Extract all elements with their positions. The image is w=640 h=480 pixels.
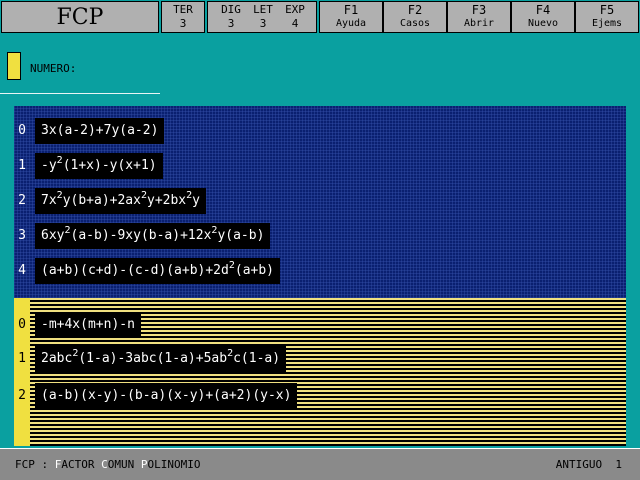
stat-label: TER — [173, 3, 193, 16]
stat-label: EXP — [285, 3, 305, 16]
top-bar: FCP TER 3 DIG 3 LET 3 EXP 4 F1 Ayuda F2 … — [0, 0, 640, 34]
stat-value: 3 — [179, 17, 187, 30]
exercise-index: 1 — [18, 158, 26, 173]
status-counter: ANTIGUO 1 — [556, 458, 622, 471]
f5-examples-button[interactable]: F5 Ejems — [575, 1, 639, 33]
status-initial: C — [101, 458, 108, 471]
number-underline — [0, 93, 160, 94]
status-word: ACTOR — [61, 458, 102, 471]
stat-value: 4 — [291, 17, 299, 30]
status-word: OLINOMIO — [147, 458, 201, 471]
fkey-key: F2 — [407, 3, 423, 17]
f3-open-button[interactable]: F3 Abrir — [447, 1, 511, 33]
number-input-cursor[interactable] — [7, 52, 21, 80]
stat-group: DIG 3 LET 3 EXP 4 — [207, 1, 317, 33]
stat-dig: DIG 3 — [216, 2, 246, 31]
stat-exp: EXP 4 — [280, 2, 310, 31]
status-bar: FCP : FACTOR COMUN POLINOMIO ANTIGUO 1 — [0, 448, 640, 480]
fkey-label: Ayuda — [335, 18, 367, 29]
exercise-expression[interactable]: 7x2y(b+a)+2ax2y+2bx2y — [35, 188, 206, 214]
stat-let: LET 3 — [248, 2, 278, 31]
exercise-index: 0 — [18, 317, 26, 332]
f1-help-button[interactable]: F1 Ayuda — [319, 1, 383, 33]
exercise-index: 3 — [18, 228, 26, 243]
exercise-index: 2 — [18, 388, 26, 403]
stat-label: LET — [253, 3, 273, 16]
exercise-index: 4 — [18, 263, 26, 278]
f4-new-button[interactable]: F4 Nuevo — [511, 1, 575, 33]
app-title: FCP — [1, 1, 159, 33]
exercise-expression[interactable]: 6xy2(a-b)-9xy(b-a)+12x2y(a-b) — [35, 223, 271, 249]
fkey-key: F1 — [343, 3, 359, 17]
fkey-label: Abrir — [463, 18, 495, 29]
status-description: FCP : FACTOR COMUN POLINOMIO — [15, 458, 200, 471]
exercise-expression[interactable]: (a+b)(c+d)-(c-d)(a+b)+2d2(a+b) — [35, 258, 281, 284]
number-label: NUMERO: — [30, 62, 77, 75]
status-word: OMUN — [107, 458, 141, 471]
exercise-expression[interactable]: (a-b)(x-y)-(b-a)(x-y)+(a+2)(y-x) — [35, 383, 298, 409]
status-initial: P — [140, 458, 148, 471]
exercise-index: 0 — [18, 123, 26, 138]
f2-cases-button[interactable]: F2 Casos — [383, 1, 447, 33]
stat-ter: TER 3 — [161, 1, 205, 33]
fkey-label: Casos — [399, 18, 431, 29]
fkey-key: F5 — [599, 3, 615, 17]
fkey-label: Ejems — [591, 18, 623, 29]
stat-value: 3 — [227, 17, 235, 30]
fkey-key: F3 — [471, 3, 487, 17]
fkey-label: Nuevo — [527, 18, 559, 29]
status-right-label: ANTIGUO — [555, 458, 603, 471]
exercise-expression[interactable]: 3x(a-2)+7y(a-2) — [35, 118, 165, 144]
exercise-expression[interactable]: 2abc2(1-a)-3abc(1-a)+5ab2c(1-a) — [35, 346, 287, 372]
exercise-expression[interactable]: -m+4x(m+n)-n — [35, 312, 141, 338]
stat-value: 3 — [259, 17, 267, 30]
exercise-expression[interactable]: -y2(1+x)-y(x+1) — [35, 153, 163, 179]
fkey-key: F4 — [535, 3, 551, 17]
stat-label: DIG — [221, 3, 241, 16]
exercise-index: 1 — [18, 351, 26, 366]
status-prefix: FCP : — [15, 458, 55, 471]
exercise-index: 2 — [18, 193, 26, 208]
status-right-value: 1 — [615, 458, 622, 471]
